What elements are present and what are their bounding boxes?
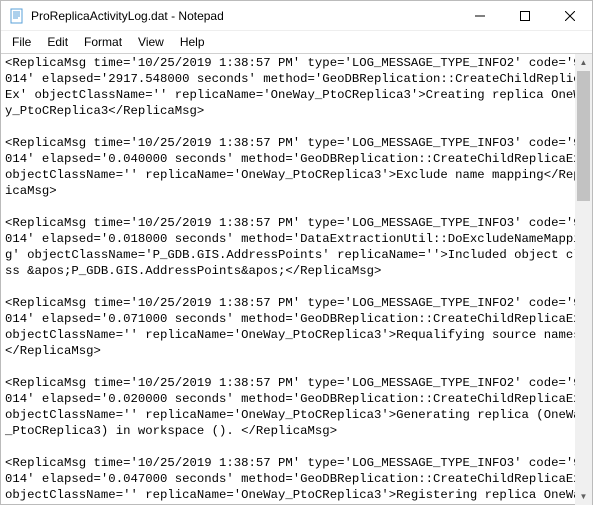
scroll-up-button[interactable]: ▲ (575, 54, 592, 71)
window-controls (457, 1, 592, 30)
text-editor[interactable]: <ReplicaMsg time='10/25/2019 1:38:57 PM'… (1, 54, 592, 505)
menubar: File Edit Format View Help (1, 31, 592, 54)
menu-format[interactable]: Format (77, 33, 129, 51)
vertical-scrollbar[interactable]: ▲ ▼ (575, 54, 592, 505)
minimize-button[interactable] (457, 1, 502, 30)
window-title: ProReplicaActivityLog.dat - Notepad (31, 9, 457, 23)
maximize-button[interactable] (502, 1, 547, 30)
scroll-track[interactable] (575, 71, 592, 488)
menu-edit[interactable]: Edit (40, 33, 75, 51)
scroll-thumb[interactable] (577, 71, 590, 201)
menu-file[interactable]: File (5, 33, 38, 51)
editor-wrap: <ReplicaMsg time='10/25/2019 1:38:57 PM'… (1, 54, 592, 505)
scroll-down-button[interactable]: ▼ (575, 488, 592, 505)
menu-view[interactable]: View (131, 33, 171, 51)
close-button[interactable] (547, 1, 592, 30)
menu-help[interactable]: Help (173, 33, 212, 51)
notepad-app-icon (9, 8, 25, 24)
titlebar: ProReplicaActivityLog.dat - Notepad (1, 1, 592, 31)
